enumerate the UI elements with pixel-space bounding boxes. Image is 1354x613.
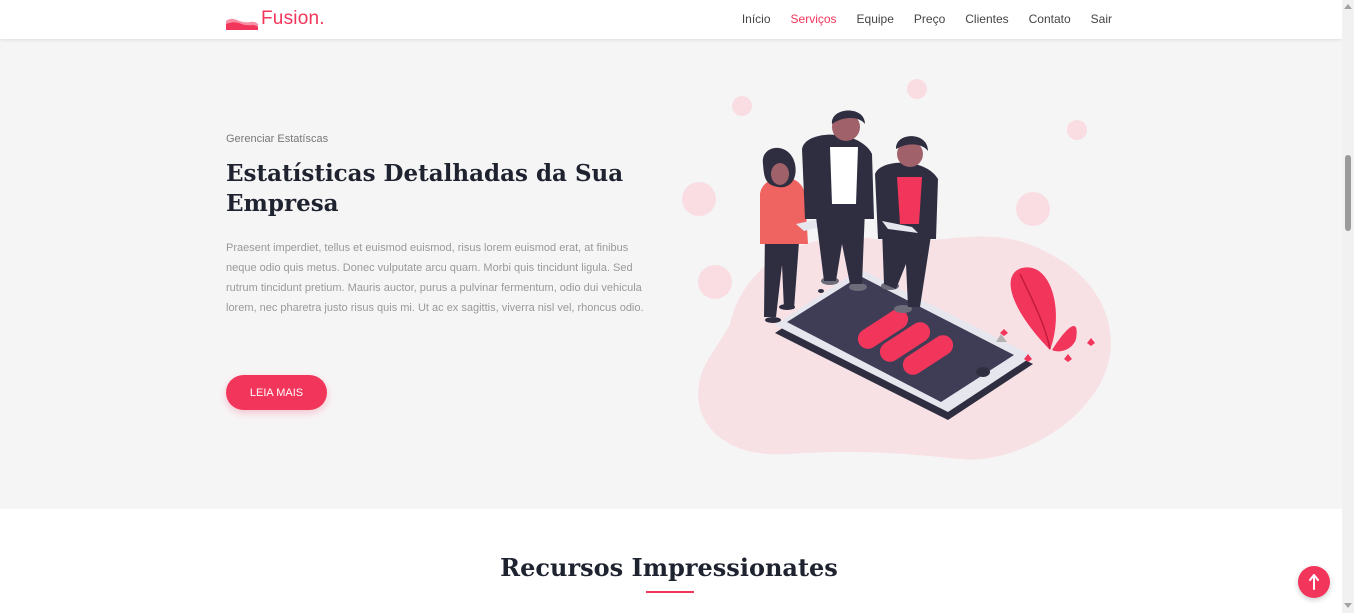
nav-item-preco[interactable]: Preço [914, 12, 945, 26]
hero-section: Gerenciar Estatíscas Estatísticas Detalh… [0, 39, 1342, 509]
features-title-divider [646, 591, 694, 593]
hero-description: Praesent imperdiet, tellus et euismod eu… [226, 242, 644, 314]
brand-logo[interactable]: Fusion. [226, 8, 325, 30]
navbar: Fusion. Início Serviços Equipe Preço Cli… [0, 0, 1342, 39]
wave-logo-icon [226, 18, 258, 30]
nav-item-contato[interactable]: Contato [1029, 12, 1071, 26]
scroll-down-arrow-icon[interactable] [1344, 603, 1352, 608]
scroll-thumb[interactable] [1345, 155, 1351, 231]
brand-name: Fusion. [261, 8, 325, 29]
team-with-smartphone-illustration [682, 79, 1111, 460]
main-nav: Início Serviços Equipe Preço Clientes Co… [742, 12, 1112, 26]
nav-item-sair[interactable]: Sair [1091, 12, 1112, 26]
nav-item-clientes[interactable]: Clientes [965, 12, 1008, 26]
read-more-button[interactable]: LEIA MAIS [226, 375, 327, 410]
arrow-up-icon [1309, 574, 1319, 590]
back-to-top-button[interactable] [1298, 566, 1330, 598]
hero-title: Estatísticas Detalhadas da Sua Empresa [226, 160, 624, 217]
page: Fusion. Início Serviços Equipe Preço Cli… [0, 0, 1342, 613]
page-scrollbar[interactable] [1342, 0, 1354, 613]
nav-item-inicio[interactable]: Início [742, 12, 771, 26]
nav-item-servicos[interactable]: Serviços [791, 12, 837, 26]
hero-eyebrow: Gerenciar Estatíscas [226, 133, 329, 145]
scroll-up-arrow-icon[interactable] [1344, 4, 1352, 9]
features-title: Recursos Impressionates [500, 553, 838, 582]
nav-item-equipe[interactable]: Equipe [857, 12, 894, 26]
